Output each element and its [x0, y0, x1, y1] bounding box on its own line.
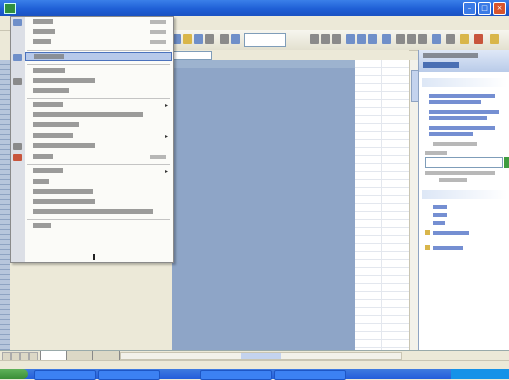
menu-item[interactable] [25, 222, 172, 231]
menu-item[interactable] [25, 87, 172, 96]
print-icon[interactable] [205, 34, 214, 44]
align-center-icon[interactable] [357, 34, 366, 44]
menu-separator [27, 98, 170, 99]
menu-item[interactable] [25, 121, 172, 130]
copy-icon[interactable] [231, 34, 240, 44]
menu-item[interactable] [25, 142, 172, 151]
task-pane-link[interactable] [429, 116, 487, 120]
menu-item-highlighted[interactable] [25, 52, 172, 61]
menu-item[interactable] [25, 188, 172, 197]
cut-icon[interactable] [220, 34, 229, 44]
menu-item[interactable] [25, 38, 172, 47]
borders-icon[interactable] [446, 34, 455, 44]
menu-separator [27, 219, 170, 220]
task-pane-link[interactable] [433, 205, 447, 209]
menu-item[interactable] [25, 153, 172, 162]
toolbar [160, 30, 509, 51]
font-color-icon[interactable] [474, 34, 483, 44]
fill-color-icon[interactable] [460, 34, 469, 44]
folder-icon [425, 230, 430, 235]
menu-item[interactable]: ▸ [25, 132, 172, 141]
bold-icon[interactable] [310, 34, 319, 44]
italic-icon[interactable] [321, 34, 330, 44]
start-icon[interactable] [0, 369, 28, 379]
menu-item-icon [13, 54, 22, 61]
task-pane-link[interactable] [433, 231, 469, 235]
merge-icon[interactable] [382, 34, 391, 44]
menu-item-icon [13, 19, 22, 26]
app-icon [4, 3, 16, 14]
taskbar [0, 369, 509, 380]
menu-item[interactable]: ▸ [25, 167, 172, 176]
dropdown-menu: ▸ ▸ ▸ [10, 16, 174, 263]
task-pane-link[interactable] [429, 126, 495, 130]
chart-icon[interactable] [490, 34, 499, 44]
row-headers [0, 60, 10, 350]
menu-separator [27, 64, 170, 65]
task-pane-section [422, 190, 507, 199]
menu-separator [27, 164, 170, 165]
menu-item[interactable] [25, 77, 172, 86]
task-pane-title [423, 53, 478, 58]
mouse-cursor [93, 254, 95, 260]
menu-item[interactable] [25, 18, 172, 27]
menu-item[interactable]: ▸ [25, 101, 172, 110]
task-pane-link[interactable] [433, 246, 463, 250]
task-pane-link[interactable] [429, 100, 481, 104]
search-go-icon[interactable] [504, 157, 509, 168]
task-pane-link[interactable] [429, 110, 499, 114]
scroll-thumb[interactable] [241, 353, 281, 359]
task-pane-text [439, 178, 467, 182]
cell-grid[interactable] [355, 60, 409, 350]
menu-item[interactable] [25, 198, 172, 207]
open-icon[interactable] [183, 34, 192, 44]
indent-icon[interactable] [432, 34, 441, 44]
name-box[interactable] [170, 51, 212, 60]
align-right-icon[interactable] [368, 34, 377, 44]
system-tray [451, 369, 509, 379]
menu-item[interactable] [25, 111, 172, 120]
close-icon[interactable]: × [493, 2, 506, 15]
menu-item[interactable] [25, 67, 172, 76]
menu-item-icon [13, 154, 22, 161]
font-select[interactable] [244, 33, 286, 47]
task-pane-header [419, 50, 509, 72]
menu-item[interactable] [25, 178, 172, 187]
window-controls: – □ × [463, 2, 506, 15]
task-pane-text [425, 171, 495, 175]
minimize-icon[interactable]: – [463, 2, 476, 15]
task-pane [418, 50, 509, 350]
save-icon[interactable] [194, 34, 203, 44]
percent-icon[interactable] [407, 34, 416, 44]
currency-icon[interactable] [396, 34, 405, 44]
search-label [425, 151, 447, 155]
maximize-icon[interactable]: □ [478, 2, 491, 15]
search-input[interactable] [425, 157, 503, 168]
align-left-icon[interactable] [346, 34, 355, 44]
horizontal-scrollbar[interactable] [120, 352, 402, 360]
task-pane-subtitle [423, 62, 459, 68]
task-pane-section [422, 78, 507, 87]
menu-item-icon [13, 78, 22, 85]
menu-separator [27, 50, 170, 51]
menu-item[interactable] [25, 208, 172, 217]
task-pane-link[interactable] [429, 94, 495, 98]
menu-item[interactable] [25, 28, 172, 37]
task-pane-text [433, 142, 477, 146]
menu-item-icon [13, 143, 22, 150]
task-pane-link[interactable] [433, 213, 447, 217]
underline-icon[interactable] [332, 34, 341, 44]
title-bar: – □ × [0, 0, 509, 16]
new-workbook-icon [425, 245, 430, 250]
task-pane-link[interactable] [429, 132, 473, 136]
task-pane-link[interactable] [433, 221, 445, 225]
selected-range[interactable] [172, 68, 355, 350]
comma-icon[interactable] [418, 34, 427, 44]
